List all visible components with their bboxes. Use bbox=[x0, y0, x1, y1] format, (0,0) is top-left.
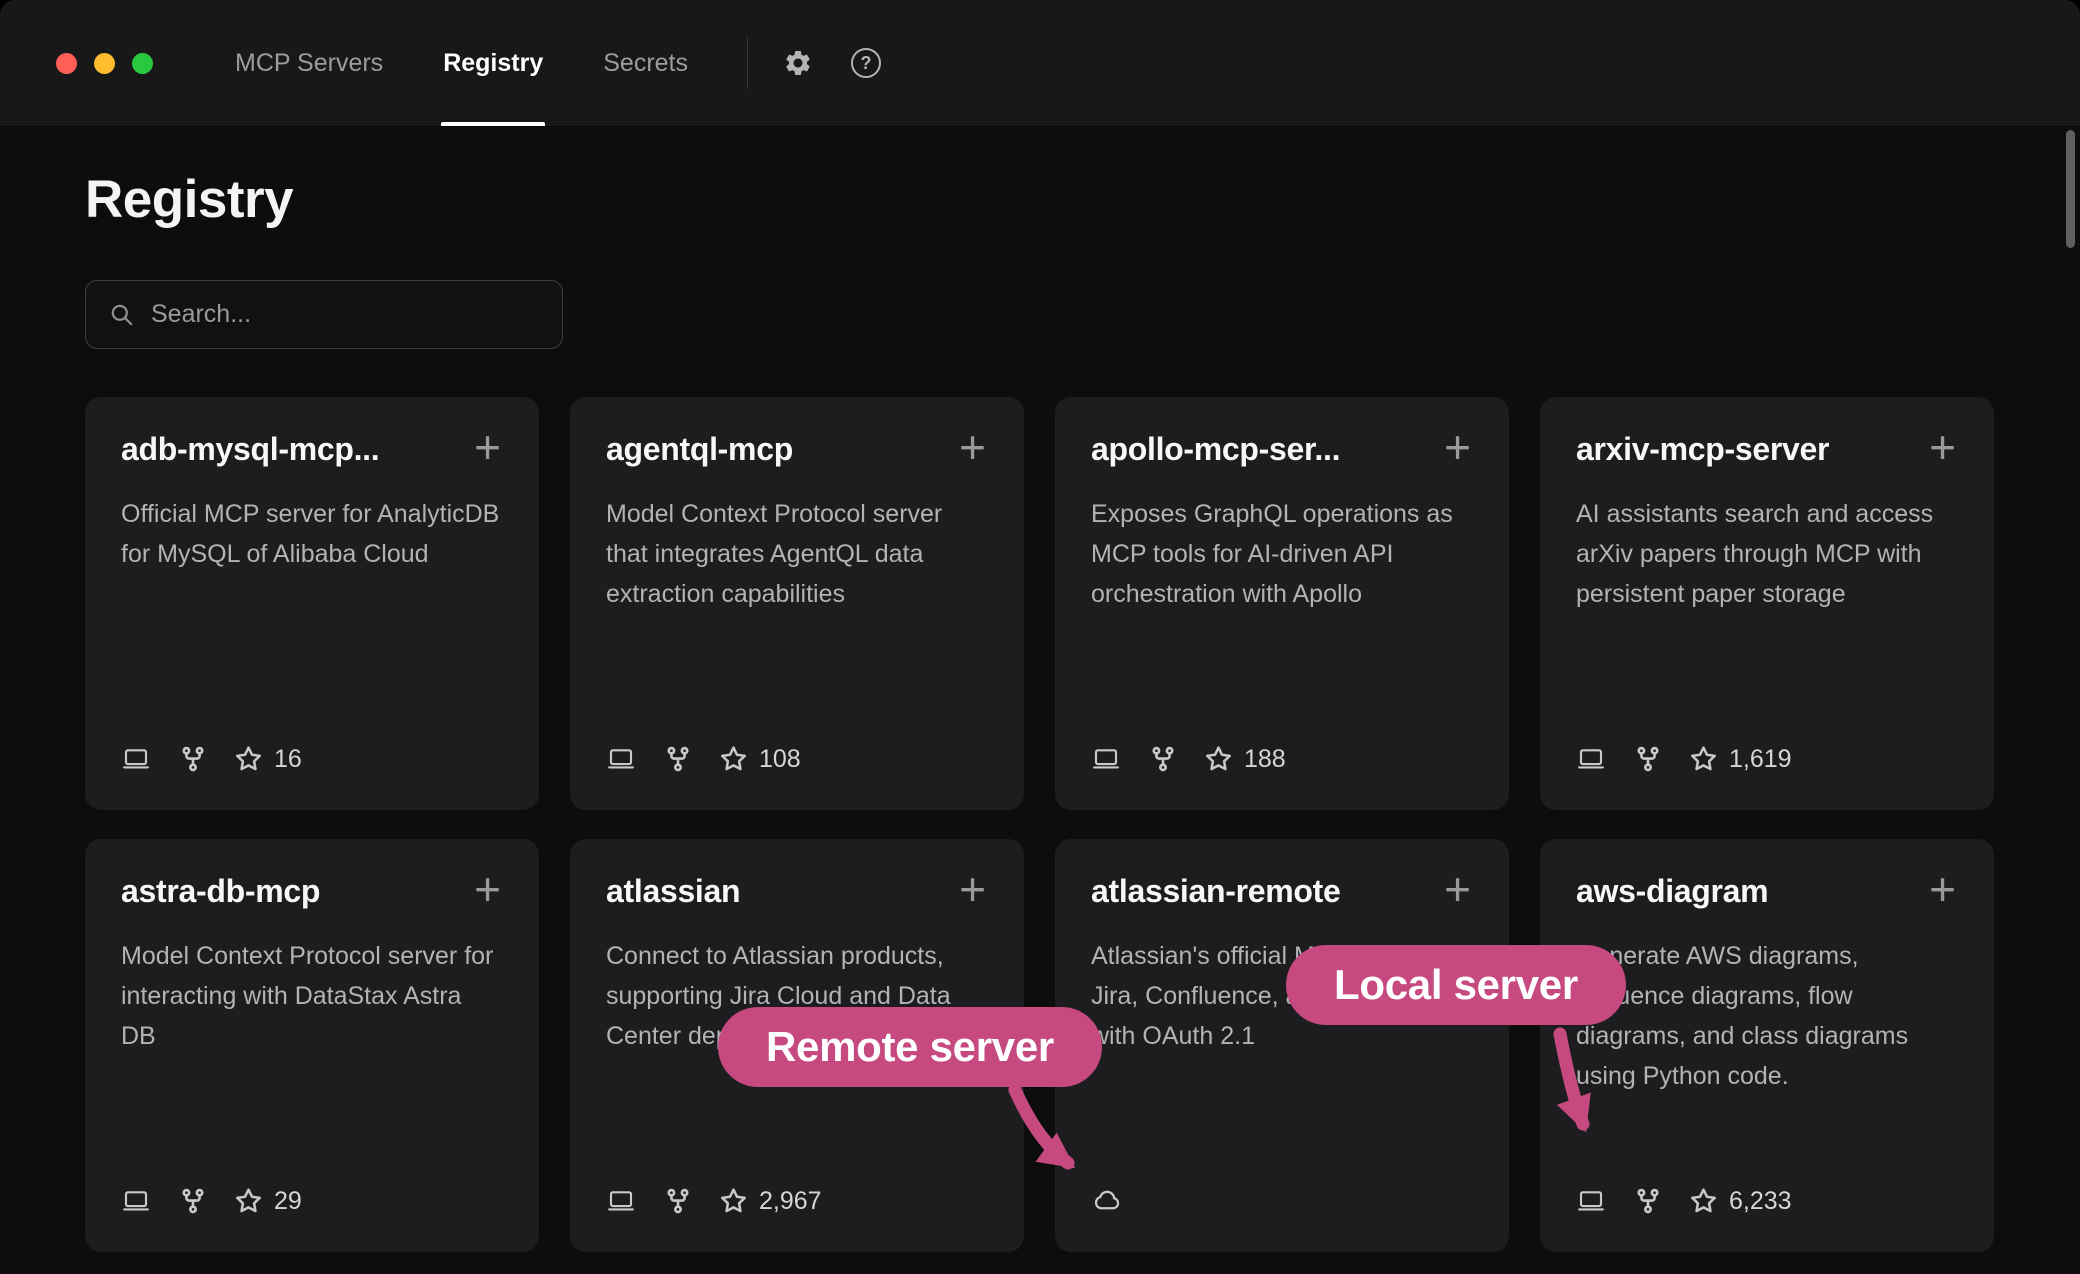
add-server-button[interactable]: + bbox=[1442, 431, 1473, 463]
search-box bbox=[85, 280, 563, 349]
star-icon bbox=[235, 746, 262, 773]
server-card[interactable]: atlassian-remote + Atlassian's official … bbox=[1055, 839, 1509, 1252]
star-icon bbox=[235, 1188, 262, 1215]
card-footer: 2,967 bbox=[606, 1186, 988, 1216]
star-count: 6,233 bbox=[1729, 1187, 1792, 1216]
star-icon bbox=[1690, 1188, 1717, 1215]
zoom-button[interactable] bbox=[132, 53, 153, 74]
add-server-button[interactable]: + bbox=[472, 431, 503, 463]
page-title: Registry bbox=[85, 169, 1995, 230]
star-group: 6,233 bbox=[1690, 1187, 1792, 1216]
star-group: 29 bbox=[235, 1187, 302, 1216]
github-fork-icon[interactable] bbox=[664, 1187, 692, 1215]
search-input[interactable] bbox=[151, 300, 540, 329]
server-description: AI assistants search and access arXiv pa… bbox=[1576, 494, 1958, 614]
add-server-button[interactable]: + bbox=[957, 873, 988, 905]
server-name: atlassian-remote bbox=[1091, 873, 1341, 910]
server-name: astra-db-mcp bbox=[121, 873, 320, 910]
card-footer: 29 bbox=[121, 1186, 503, 1216]
server-card[interactable]: agentql-mcp + Model Context Protocol ser… bbox=[570, 397, 1024, 810]
server-name: aws-diagram bbox=[1576, 873, 1768, 910]
local-server-icon bbox=[1576, 744, 1606, 774]
star-group: 108 bbox=[720, 745, 801, 774]
registry-page: Registry adb-mysql-mcp... + Official MCP… bbox=[0, 169, 2080, 1252]
card-footer bbox=[1091, 1184, 1473, 1216]
local-server-icon bbox=[121, 744, 151, 774]
server-name: agentql-mcp bbox=[606, 431, 793, 468]
github-fork-icon[interactable] bbox=[664, 745, 692, 773]
tab-secrets[interactable]: Secrets bbox=[601, 0, 690, 126]
titlebar: MCP Servers Registry Secrets ? bbox=[0, 0, 2080, 127]
main-nav: MCP Servers Registry Secrets bbox=[233, 0, 690, 126]
help-icon[interactable]: ? bbox=[848, 45, 884, 81]
star-count: 1,619 bbox=[1729, 745, 1792, 774]
card-footer: 6,233 bbox=[1576, 1186, 1958, 1216]
github-fork-icon[interactable] bbox=[179, 745, 207, 773]
card-footer: 16 bbox=[121, 744, 503, 774]
server-description: Model Context Protocol server that integ… bbox=[606, 494, 988, 614]
star-group: 2,967 bbox=[720, 1187, 822, 1216]
app-window: MCP Servers Registry Secrets ? Registry … bbox=[0, 0, 2080, 1274]
traffic-lights bbox=[56, 0, 153, 126]
scrollbar-thumb[interactable] bbox=[2066, 130, 2075, 248]
server-card[interactable]: astra-db-mcp + Model Context Protocol se… bbox=[85, 839, 539, 1252]
tab-mcp-servers[interactable]: MCP Servers bbox=[233, 0, 385, 126]
star-icon bbox=[1205, 746, 1232, 773]
card-footer: 188 bbox=[1091, 744, 1473, 774]
github-fork-icon[interactable] bbox=[179, 1187, 207, 1215]
add-server-button[interactable]: + bbox=[957, 431, 988, 463]
add-server-button[interactable]: + bbox=[1927, 431, 1958, 463]
card-footer: 1,619 bbox=[1576, 744, 1958, 774]
server-name: arxiv-mcp-server bbox=[1576, 431, 1829, 468]
local-server-icon bbox=[121, 1186, 151, 1216]
server-description: Model Context Protocol server for intera… bbox=[121, 936, 503, 1056]
server-description: Generate AWS diagrams, sequence diagrams… bbox=[1576, 936, 1958, 1096]
minimize-button[interactable] bbox=[94, 53, 115, 74]
github-fork-icon[interactable] bbox=[1149, 745, 1177, 773]
server-name: adb-mysql-mcp... bbox=[121, 431, 379, 468]
star-count: 108 bbox=[759, 745, 801, 774]
server-name: apollo-mcp-ser... bbox=[1091, 431, 1340, 468]
add-server-button[interactable]: + bbox=[472, 873, 503, 905]
star-count: 16 bbox=[274, 745, 302, 774]
add-server-button[interactable]: + bbox=[1442, 873, 1473, 905]
star-icon bbox=[720, 1188, 747, 1215]
local-server-icon bbox=[606, 1186, 636, 1216]
server-description: Official MCP server for AnalyticDB for M… bbox=[121, 494, 503, 574]
star-group: 1,619 bbox=[1690, 745, 1792, 774]
local-server-icon bbox=[606, 744, 636, 774]
annotation-local-server: Local server bbox=[1286, 945, 1626, 1025]
server-grid: adb-mysql-mcp... + Official MCP server f… bbox=[85, 397, 1995, 1252]
search-icon bbox=[108, 301, 135, 328]
annotation-label: Remote server bbox=[766, 1023, 1054, 1071]
star-group: 16 bbox=[235, 745, 302, 774]
annotation-remote-server: Remote server bbox=[718, 1007, 1102, 1087]
github-fork-icon[interactable] bbox=[1634, 745, 1662, 773]
local-server-icon bbox=[1091, 744, 1121, 774]
help-glyph: ? bbox=[851, 48, 881, 78]
add-server-button[interactable]: + bbox=[1927, 873, 1958, 905]
server-card[interactable]: adb-mysql-mcp... + Official MCP server f… bbox=[85, 397, 539, 810]
remote-server-cloud-icon bbox=[1091, 1184, 1123, 1216]
star-group: 188 bbox=[1205, 745, 1286, 774]
annotation-label: Local server bbox=[1334, 961, 1578, 1009]
local-server-icon bbox=[1576, 1186, 1606, 1216]
server-card[interactable]: arxiv-mcp-server + AI assistants search … bbox=[1540, 397, 1994, 810]
settings-gear-icon[interactable] bbox=[780, 45, 816, 81]
star-icon bbox=[720, 746, 747, 773]
server-card[interactable]: aws-diagram + Generate AWS diagrams, seq… bbox=[1540, 839, 1994, 1252]
star-icon bbox=[1690, 746, 1717, 773]
star-count: 2,967 bbox=[759, 1187, 822, 1216]
star-count: 188 bbox=[1244, 745, 1286, 774]
server-card[interactable]: apollo-mcp-ser... + Exposes GraphQL oper… bbox=[1055, 397, 1509, 810]
star-count: 29 bbox=[274, 1187, 302, 1216]
close-button[interactable] bbox=[56, 53, 77, 74]
tab-registry[interactable]: Registry bbox=[441, 0, 545, 126]
nav-divider bbox=[747, 37, 748, 89]
server-name: atlassian bbox=[606, 873, 740, 910]
server-description: Exposes GraphQL operations as MCP tools … bbox=[1091, 494, 1473, 614]
card-footer: 108 bbox=[606, 744, 988, 774]
github-fork-icon[interactable] bbox=[1634, 1187, 1662, 1215]
